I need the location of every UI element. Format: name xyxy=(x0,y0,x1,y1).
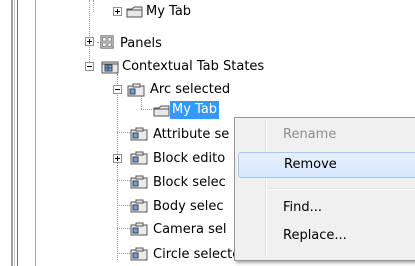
expand-toggle[interactable] xyxy=(113,7,122,16)
tab-icon xyxy=(126,6,143,18)
menu-item-label: Remove xyxy=(284,157,337,172)
tree-item-label: Attribute se xyxy=(153,127,230,142)
tree-item-label: Body selec xyxy=(153,199,224,214)
collapse-toggle[interactable] xyxy=(85,62,94,71)
state-icon xyxy=(130,127,148,141)
menu-item-label: Find... xyxy=(283,200,323,215)
tree-item-label: Camera sel xyxy=(153,222,227,237)
expand-toggle[interactable] xyxy=(113,154,122,163)
tree-item-panels[interactable]: Panels xyxy=(0,33,415,55)
state-icon xyxy=(130,199,148,213)
tree-item-label: My Tab xyxy=(146,4,192,19)
tree-item-label: Arc selected xyxy=(150,82,231,97)
menu-item-label: Replace... xyxy=(283,228,347,243)
state-icon xyxy=(130,247,148,261)
tab-icon xyxy=(153,105,170,117)
tree-item-label: Panels xyxy=(120,36,162,51)
tree-item-label: My Tab xyxy=(170,101,220,119)
menu-item-label: Rename xyxy=(283,127,337,142)
state-icon xyxy=(130,151,148,165)
tree-item-label: Block selec xyxy=(153,175,226,190)
tree-item-my-tab-top[interactable]: My Tab xyxy=(0,1,415,23)
panels-icon xyxy=(100,35,114,49)
expand-toggle[interactable] xyxy=(85,37,94,46)
tree-item-contextual-tab-states[interactable]: Contextual Tab States xyxy=(0,56,415,78)
tree-item-arc-selected[interactable]: Arc selected xyxy=(0,79,415,101)
context-menu: Rename Remove Find... Replace... xyxy=(234,117,415,261)
menu-item-remove[interactable]: Remove xyxy=(238,152,415,178)
state-icon xyxy=(130,222,148,236)
state-icon xyxy=(127,83,145,97)
tree-item-label: Contextual Tab States xyxy=(122,59,265,74)
collapse-toggle[interactable] xyxy=(113,85,122,94)
menu-separator xyxy=(268,188,415,190)
contextual-states-icon xyxy=(101,61,119,74)
menu-item-rename[interactable]: Rename xyxy=(238,122,415,148)
menu-item-replace[interactable]: Replace... xyxy=(238,223,415,249)
tree-item-label: Block edito xyxy=(153,151,226,166)
menu-item-find[interactable]: Find... xyxy=(238,195,415,221)
state-icon xyxy=(130,175,148,189)
